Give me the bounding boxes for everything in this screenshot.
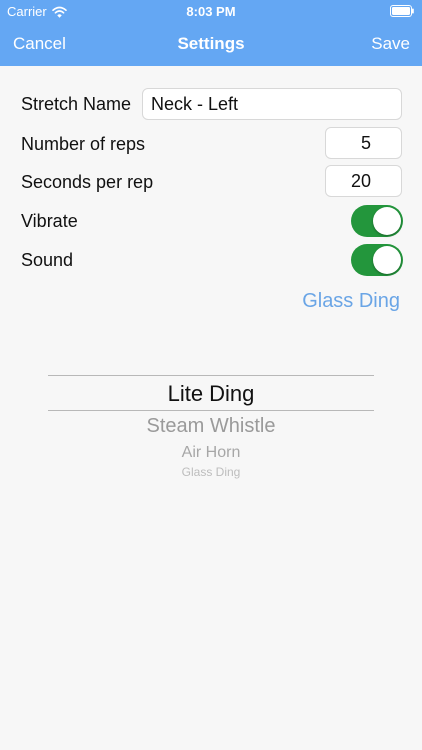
stretch-name-input[interactable]: Neck - Left <box>142 88 402 120</box>
seconds-label: Seconds per rep <box>21 172 154 192</box>
picker-bottom-divider <box>48 410 374 411</box>
picker-item-glass-ding[interactable]: Glass Ding <box>48 465 374 479</box>
toggle-knob <box>373 207 401 235</box>
reps-label: Number of reps <box>21 134 146 154</box>
vibrate-toggle[interactable] <box>351 205 403 237</box>
app-header: Carrier 8:03 PM Cancel Settings Save <box>0 0 422 66</box>
seconds-input[interactable]: 20 <box>325 165 402 197</box>
clock-time: 8:03 PM <box>186 4 236 19</box>
battery-icon <box>390 5 414 17</box>
page-title: Settings <box>177 34 245 53</box>
picker-item-steam-whistle[interactable]: Steam Whistle <box>48 415 374 438</box>
stretch-name-label: Stretch Name <box>21 94 132 114</box>
sound-picker[interactable]: Lite Ding Steam Whistle Air Horn Glass D… <box>48 375 374 495</box>
picker-top-divider <box>48 375 374 376</box>
status-bar: Carrier 8:03 PM <box>0 0 422 22</box>
sound-label: Sound <box>21 250 74 270</box>
picker-item-air-horn[interactable]: Air Horn <box>48 444 374 462</box>
navigation-bar: Cancel Settings Save <box>0 22 422 66</box>
save-button[interactable]: Save <box>371 34 410 54</box>
sound-toggle[interactable] <box>351 244 403 276</box>
picker-item-selected[interactable]: Lite Ding <box>48 381 374 407</box>
reps-input[interactable]: 5 <box>325 127 402 159</box>
vibrate-label: Vibrate <box>21 211 78 231</box>
selected-sound-link[interactable]: Glass Ding <box>302 290 400 313</box>
toggle-knob <box>373 246 401 274</box>
